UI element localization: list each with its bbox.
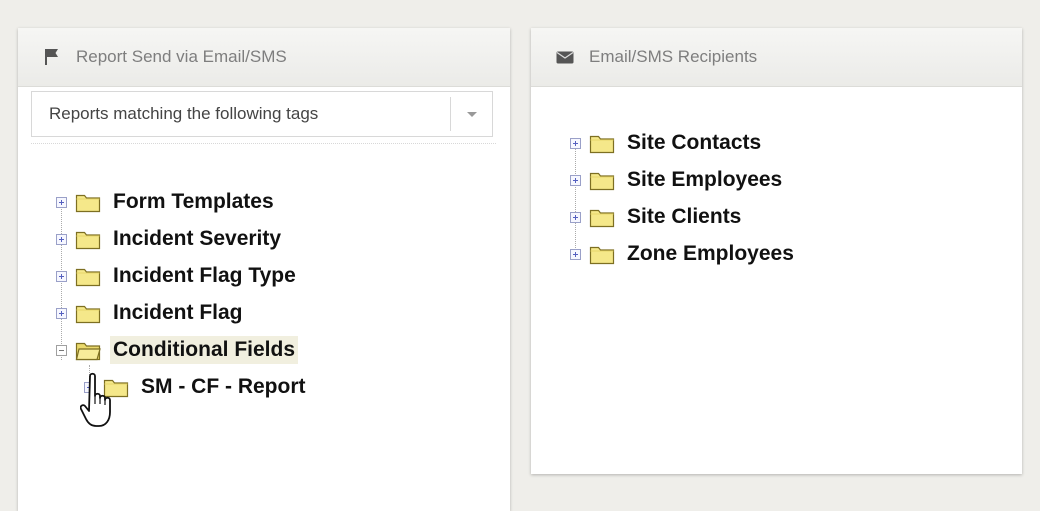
expand-icon[interactable] [570,137,581,149]
tree-node[interactable]: Site Clients [570,202,744,232]
tree-node[interactable]: Site Contacts [570,128,764,158]
tree-node-label[interactable]: Conditional Fields [110,336,298,364]
divider [31,143,496,144]
tree-node[interactable]: Incident Flag Type [56,261,299,291]
tree-node-label[interactable]: Incident Flag [110,299,246,327]
panel-title: Report Send via Email/SMS [76,47,287,66]
expand-icon[interactable] [56,196,67,208]
flag-icon [42,48,62,66]
tree-node-label[interactable]: Site Clients [624,203,744,231]
folder-icon [589,132,615,154]
report-tag-tree: Form Templates Incident Severity Inciden… [56,183,496,443]
panel-header: Report Send via Email/SMS [18,28,510,87]
panel-title: Email/SMS Recipients [589,47,758,66]
expand-icon[interactable] [570,248,581,260]
tree-node[interactable]: Incident Flag [56,298,246,328]
collapse-icon[interactable] [56,344,67,356]
recipients-tree: Site Contacts Site Employees Site Client… [570,126,1010,286]
tree-node-label[interactable]: Form Templates [110,188,277,216]
folder-icon [75,265,101,287]
tree-node-label[interactable]: SM - CF - Report [138,373,308,401]
expand-icon[interactable] [570,174,581,186]
expand-icon[interactable] [56,233,67,245]
tag-filter-selected-value: Reports matching the following tags [49,104,319,123]
panel-header: Email/SMS Recipients [531,28,1022,87]
expand-icon[interactable] [56,307,67,319]
report-send-panel: Report Send via Email/SMS Reports matchi… [18,28,510,511]
tree-node[interactable]: Zone Employees [570,239,797,269]
folder-icon [75,191,101,213]
tree-node-label[interactable]: Incident Severity [110,225,284,253]
tree-node[interactable]: Site Employees [570,165,785,195]
tree-node-label[interactable]: Site Employees [624,166,785,194]
folder-icon [75,228,101,250]
expand-icon[interactable] [570,211,581,223]
folder-icon [589,206,615,228]
envelope-icon [555,48,575,66]
tree-node[interactable]: Form Templates [56,187,277,217]
tree-node[interactable]: Incident Severity [56,224,284,254]
expand-icon[interactable] [56,270,67,282]
tree-connector-line [575,142,576,250]
folder-open-icon [75,339,101,361]
tree-node-label[interactable]: Incident Flag Type [110,262,299,290]
tag-filter-select[interactable]: Reports matching the following tags [31,91,493,137]
email-sms-recipients-panel: Email/SMS Recipients Site Contacts Site … [531,28,1022,474]
folder-icon [589,243,615,265]
folder-icon [589,169,615,191]
hand-cursor-icon [80,372,111,427]
tree-node-label[interactable]: Zone Employees [624,240,797,268]
chevron-down-icon[interactable] [451,111,492,118]
tree-node-label[interactable]: Site Contacts [624,129,764,157]
folder-icon [75,302,101,324]
tree-node-selected[interactable]: Conditional Fields [56,335,298,365]
